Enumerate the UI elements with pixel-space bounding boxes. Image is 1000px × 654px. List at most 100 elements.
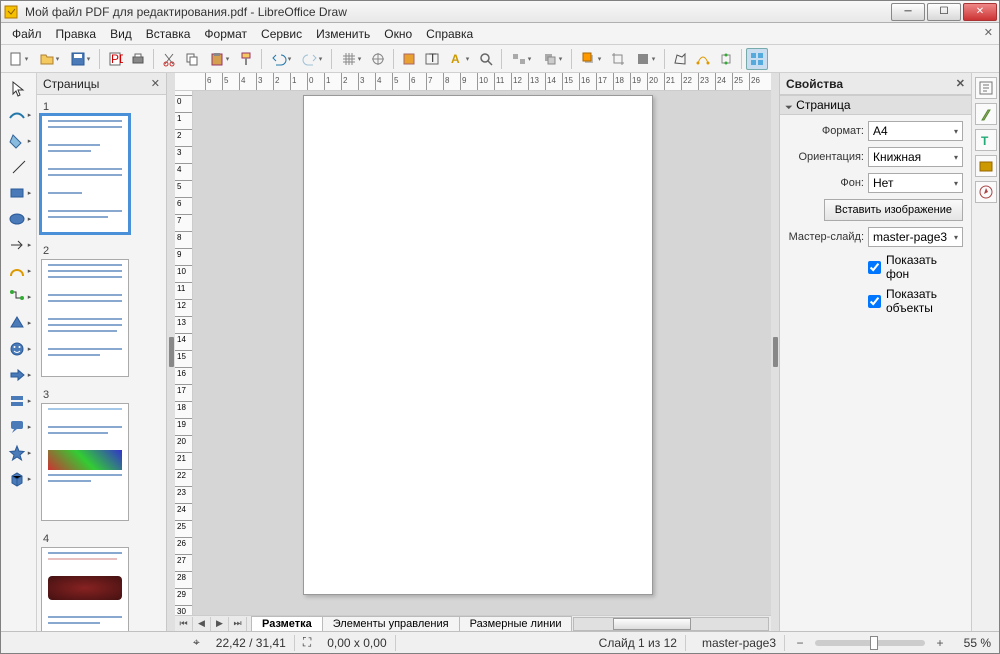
next-page-button[interactable]: ▶ bbox=[211, 617, 229, 631]
show-background-checkbox[interactable]: Показать фон bbox=[868, 253, 963, 281]
line-tool[interactable] bbox=[5, 155, 33, 179]
tab-layout[interactable]: Разметка bbox=[251, 616, 323, 631]
background-select[interactable]: Нет bbox=[868, 173, 963, 193]
fontwork-button[interactable]: A bbox=[444, 48, 474, 70]
shadow-button[interactable] bbox=[576, 48, 606, 70]
sidebar-navigator-icon[interactable] bbox=[975, 181, 997, 203]
horizontal-scrollbar[interactable] bbox=[573, 617, 769, 631]
copy-button[interactable] bbox=[181, 48, 203, 70]
callout-tool[interactable] bbox=[5, 415, 33, 439]
zoom-value[interactable]: 55 % bbox=[955, 636, 995, 650]
flowchart-tool[interactable] bbox=[5, 389, 33, 413]
menu-format[interactable]: Формат bbox=[197, 25, 254, 43]
doc-close-icon[interactable]: ✕ bbox=[984, 26, 993, 39]
crop-button[interactable] bbox=[607, 48, 629, 70]
orientation-label: Ориентация: bbox=[788, 151, 864, 163]
page-thumb-2[interactable]: 2 bbox=[41, 245, 162, 377]
basic-shapes-tool[interactable] bbox=[5, 311, 33, 335]
glue-points-button[interactable] bbox=[715, 48, 737, 70]
open-button[interactable] bbox=[34, 48, 64, 70]
grid-button[interactable] bbox=[336, 48, 366, 70]
zoom-page-button[interactable] bbox=[398, 48, 420, 70]
first-page-button[interactable]: ⏮ bbox=[175, 617, 193, 631]
block-arrows-tool[interactable] bbox=[5, 363, 33, 387]
new-doc-button[interactable] bbox=[3, 48, 33, 70]
save-button[interactable] bbox=[65, 48, 95, 70]
print-button[interactable] bbox=[127, 48, 149, 70]
menu-insert[interactable]: Вставка bbox=[139, 25, 198, 43]
zoom-slider[interactable] bbox=[815, 640, 925, 646]
horizontal-ruler[interactable]: 6543210123456789101112131415161718192021… bbox=[175, 73, 771, 91]
connector-tool[interactable] bbox=[5, 285, 33, 309]
filter-button[interactable] bbox=[630, 48, 660, 70]
fill-color-tool[interactable] bbox=[5, 129, 33, 153]
toggle-pane-button[interactable] bbox=[746, 48, 768, 70]
menu-modify[interactable]: Изменить bbox=[309, 25, 377, 43]
prev-page-button[interactable]: ◀ bbox=[193, 617, 211, 631]
last-page-button[interactable]: ⏭ bbox=[229, 617, 247, 631]
master-label: Мастер-слайд: bbox=[788, 231, 864, 243]
menu-help[interactable]: Справка bbox=[419, 25, 480, 43]
properties-close-icon[interactable]: ✕ bbox=[956, 77, 965, 90]
rect-tool[interactable] bbox=[5, 181, 33, 205]
page-thumb-4[interactable]: 4 bbox=[41, 533, 162, 631]
edit-points-button[interactable] bbox=[692, 48, 714, 70]
pages-panel-title: Страницы bbox=[43, 77, 99, 91]
symbol-shapes-tool[interactable] bbox=[5, 337, 33, 361]
master-select[interactable]: master-page3 bbox=[868, 227, 963, 247]
textbox-button[interactable]: T bbox=[421, 48, 443, 70]
show-objects-checkbox[interactable]: Показать объекты bbox=[868, 287, 963, 315]
menu-file[interactable]: Файл bbox=[5, 25, 49, 43]
minimize-button[interactable]: ─ bbox=[891, 3, 925, 21]
insert-image-button[interactable]: Вставить изображение bbox=[824, 199, 963, 221]
paste-button[interactable] bbox=[204, 48, 234, 70]
menu-edit[interactable]: Правка bbox=[49, 25, 104, 43]
zoom-out-button[interactable]: − bbox=[793, 636, 807, 650]
sidebar-styles-icon[interactable] bbox=[975, 103, 997, 125]
pages-panel-close-icon[interactable]: ✕ bbox=[151, 77, 160, 90]
canvas-viewport[interactable] bbox=[193, 91, 771, 615]
properties-panel: Свойства ✕ Страница Формат: A4 Ориентаци… bbox=[780, 73, 971, 631]
zoom-in-button[interactable]: + bbox=[933, 636, 947, 650]
tab-controls[interactable]: Элементы управления bbox=[322, 616, 460, 631]
line-color-tool[interactable] bbox=[5, 103, 33, 127]
arrange-button[interactable] bbox=[537, 48, 567, 70]
export-pdf-button[interactable]: PDF bbox=[104, 48, 126, 70]
arrow-tool[interactable] bbox=[5, 233, 33, 257]
close-button[interactable]: ✕ bbox=[963, 3, 997, 21]
redo-button[interactable] bbox=[297, 48, 327, 70]
menu-tools[interactable]: Сервис bbox=[254, 25, 309, 43]
right-sidebar-tabs: T bbox=[971, 73, 999, 631]
polygon-button[interactable] bbox=[669, 48, 691, 70]
window-title: Мой файл PDF для редактирования.pdf - Li… bbox=[25, 5, 889, 19]
orientation-select[interactable]: Книжная bbox=[868, 147, 963, 167]
page-thumb-1[interactable]: 1 bbox=[41, 101, 162, 233]
page-canvas[interactable] bbox=[303, 95, 653, 595]
cut-button[interactable] bbox=[158, 48, 180, 70]
curve-tool[interactable] bbox=[5, 259, 33, 283]
section-page-header[interactable]: Страница bbox=[780, 95, 971, 115]
find-button[interactable] bbox=[475, 48, 497, 70]
menu-window[interactable]: Окно bbox=[377, 25, 419, 43]
align-button[interactable] bbox=[506, 48, 536, 70]
vertical-ruler[interactable]: 0123456789101112131415161718192021222324… bbox=[175, 91, 193, 615]
maximize-button[interactable]: ☐ bbox=[927, 3, 961, 21]
ellipse-tool[interactable] bbox=[5, 207, 33, 231]
select-tool[interactable] bbox=[5, 77, 33, 101]
stars-tool[interactable] bbox=[5, 441, 33, 465]
sidebar-gallery-icon[interactable] bbox=[975, 155, 997, 177]
page-thumb-3[interactable]: 3 bbox=[41, 389, 162, 521]
format-select[interactable]: A4 bbox=[868, 121, 963, 141]
status-master: master-page3 bbox=[694, 635, 785, 651]
format-paint-button[interactable] bbox=[235, 48, 257, 70]
tab-dimensions[interactable]: Размерные линии bbox=[459, 616, 573, 631]
helplines-button[interactable] bbox=[367, 48, 389, 70]
3d-tool[interactable] bbox=[5, 467, 33, 491]
right-splitter[interactable] bbox=[771, 73, 779, 631]
sidebar-properties-icon[interactable] bbox=[975, 77, 997, 99]
menu-view[interactable]: Вид bbox=[103, 25, 139, 43]
sidebar-character-icon[interactable]: T bbox=[975, 129, 997, 151]
left-splitter[interactable] bbox=[167, 73, 175, 631]
page-thumbnails[interactable]: 1 2 3 4 5 bbox=[37, 95, 166, 631]
undo-button[interactable] bbox=[266, 48, 296, 70]
